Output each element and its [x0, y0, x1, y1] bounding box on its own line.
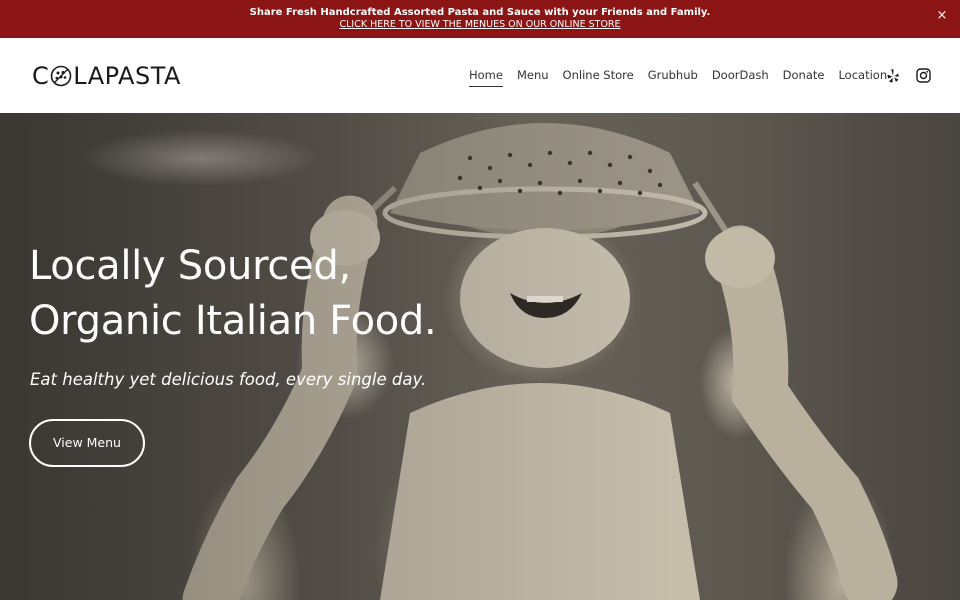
nav-item-online-store[interactable]: Online Store	[563, 67, 634, 87]
announcement-message: Share Fresh Handcrafted Assorted Pasta a…	[249, 7, 711, 18]
pasta-plate-icon	[50, 65, 72, 87]
yelp-icon[interactable]	[886, 68, 900, 88]
instagram-icon[interactable]	[916, 68, 931, 87]
nav-item-location[interactable]: Location	[838, 67, 887, 87]
nav-item-doordash[interactable]: DoorDash	[712, 67, 769, 87]
view-menu-button[interactable]: View Menu	[29, 419, 145, 467]
nav-item-donate[interactable]: Donate	[783, 67, 825, 87]
nav-item-menu[interactable]: Menu	[517, 67, 549, 87]
hero-title-line-1: Locally Sourced,	[29, 243, 351, 289]
close-announcement-button[interactable]: ×	[934, 8, 950, 24]
hero-title-line-2: Organic Italian Food.	[29, 298, 437, 344]
site-header: C LAPASTA Home Menu Online Store Grubhub…	[0, 38, 960, 113]
logo-text-right: LAPASTA	[73, 62, 181, 90]
logo-text-left: C	[32, 62, 50, 90]
nav-item-home[interactable]: Home	[469, 67, 503, 87]
nav-item-grubhub[interactable]: Grubhub	[648, 67, 698, 87]
hero-overlay	[0, 113, 960, 600]
announcement-link[interactable]: CLICK HERE TO VIEW THE MENUES ON OUR ONL…	[0, 19, 960, 31]
announcement-bar: Share Fresh Handcrafted Assorted Pasta a…	[0, 0, 960, 38]
hero-title: Locally Sourced, Organic Italian Food.	[29, 239, 529, 349]
main-nav: Home Menu Online Store Grubhub DoorDash …	[469, 67, 901, 87]
site-logo[interactable]: C LAPASTA	[32, 62, 181, 90]
hero-subtitle: Eat healthy yet delicious food, every si…	[30, 370, 427, 389]
hero-section: Locally Sourced, Organic Italian Food. E…	[0, 113, 960, 600]
